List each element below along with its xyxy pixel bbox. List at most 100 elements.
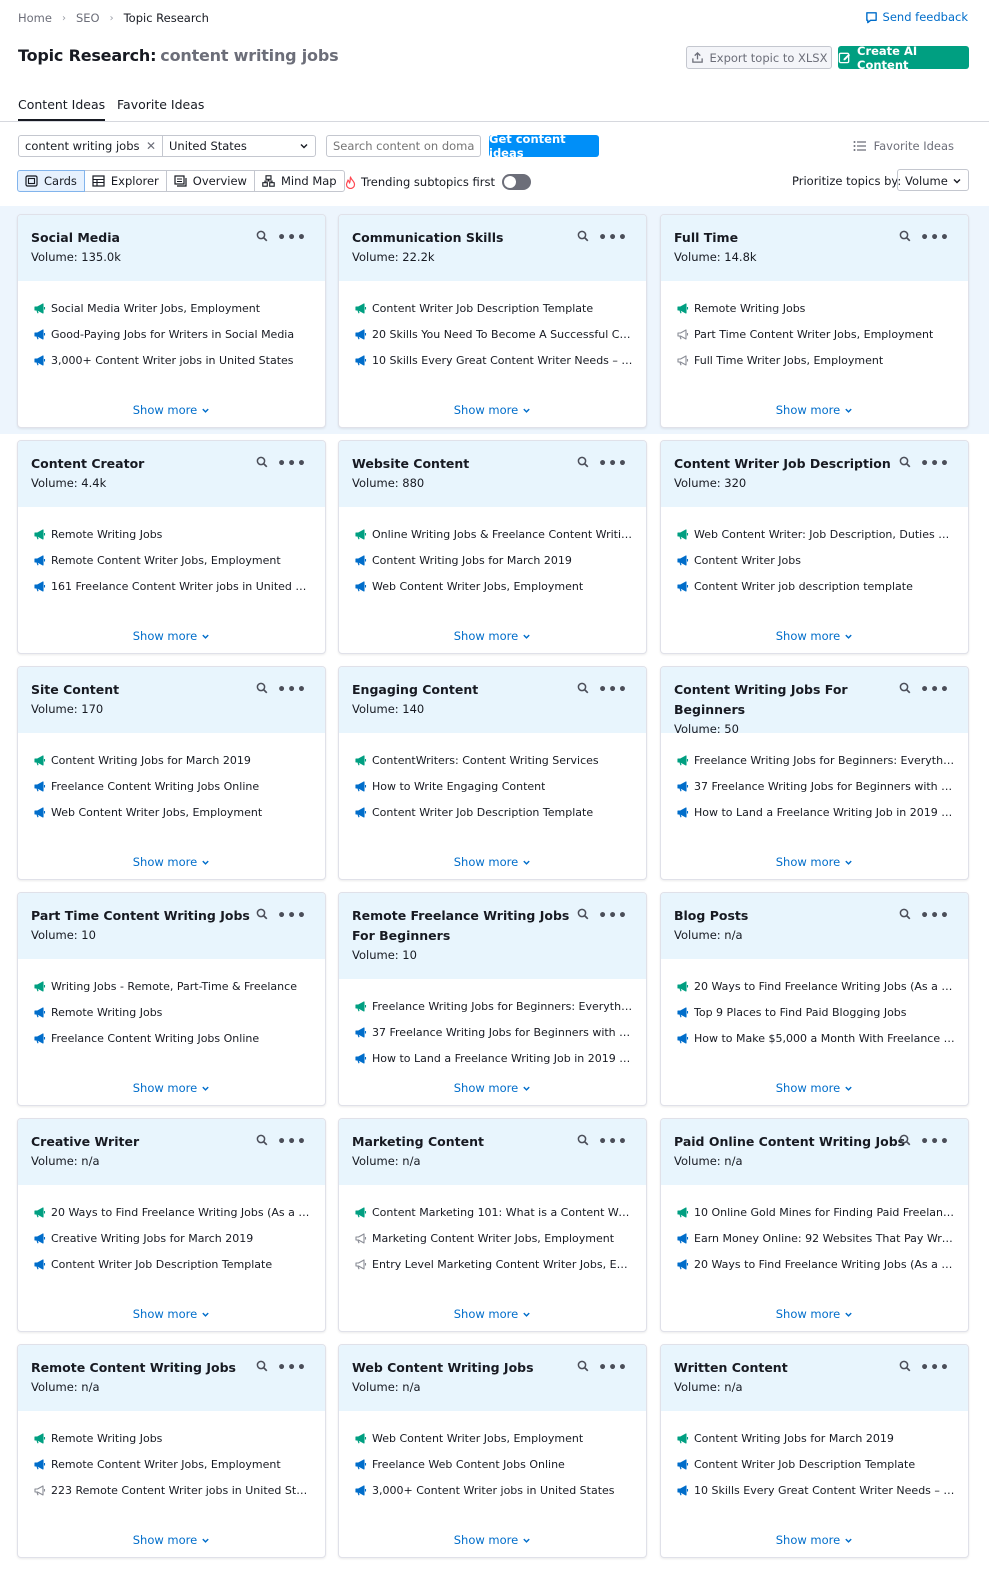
list-item[interactable]: Freelance Content Writing Jobs Online — [34, 773, 312, 799]
show-more-link[interactable]: Show more — [661, 855, 968, 870]
show-more-link[interactable]: Show more — [18, 403, 325, 418]
list-item[interactable]: Marketing Content Writer Jobs, Employmen… — [355, 1225, 633, 1251]
list-item[interactable]: Social Media Writer Jobs, Employment — [34, 295, 312, 321]
more-options-icon[interactable]: ••• — [920, 457, 950, 471]
more-options-icon[interactable]: ••• — [277, 909, 307, 923]
search-icon[interactable] — [577, 908, 589, 923]
show-more-link[interactable]: Show more — [661, 629, 968, 644]
favorite-ideas-link[interactable]: Favorite Ideas — [853, 139, 954, 153]
view-mind-map[interactable]: Mind Map — [253, 170, 345, 192]
search-icon[interactable] — [577, 456, 589, 471]
search-icon[interactable] — [256, 1134, 268, 1149]
list-item[interactable]: 10 Skills Every Great Content Writer Nee… — [355, 347, 633, 373]
more-options-icon[interactable]: ••• — [920, 1135, 950, 1149]
more-options-icon[interactable]: ••• — [598, 909, 628, 923]
search-icon[interactable] — [577, 230, 589, 245]
list-item[interactable]: Remote Writing Jobs — [34, 1425, 312, 1451]
more-options-icon[interactable]: ••• — [277, 1135, 307, 1149]
list-item[interactable]: Content Writer Job Description Template — [355, 799, 633, 825]
search-icon[interactable] — [256, 1360, 268, 1375]
send-feedback-link[interactable]: Send feedback — [865, 10, 968, 24]
show-more-link[interactable]: Show more — [661, 1307, 968, 1322]
list-item[interactable]: Content Writer Job Description Template — [677, 1451, 955, 1477]
get-content-ideas-button[interactable]: Get content ideas — [489, 132, 599, 160]
list-item[interactable]: Content Writer Jobs — [677, 547, 955, 573]
list-item[interactable]: Content Writer job description template — [677, 573, 955, 599]
search-icon[interactable] — [899, 1360, 911, 1375]
search-icon[interactable] — [577, 1360, 589, 1375]
show-more-link[interactable]: Show more — [339, 1533, 646, 1548]
more-options-icon[interactable]: ••• — [277, 1361, 307, 1375]
search-icon[interactable] — [899, 682, 911, 697]
list-item[interactable]: Online Writing Jobs & Freelance Content … — [355, 521, 633, 547]
search-icon[interactable] — [256, 682, 268, 697]
list-item[interactable]: 161 Freelance Content Writer jobs in Uni… — [34, 573, 312, 599]
more-options-icon[interactable]: ••• — [920, 909, 950, 923]
list-item[interactable]: Earn Money Online: 92 Websites That Pay … — [677, 1225, 955, 1251]
search-icon[interactable] — [256, 908, 268, 923]
show-more-link[interactable]: Show more — [661, 1533, 968, 1548]
list-item[interactable]: 20 Skills You Need To Become A Successfu… — [355, 321, 633, 347]
list-item[interactable]: 20 Ways to Find Freelance Writing Jobs (… — [34, 1199, 312, 1225]
search-icon[interactable] — [899, 908, 911, 923]
prioritize-select[interactable]: Volume — [897, 169, 969, 191]
list-item[interactable]: Remote Content Writer Jobs, Employment — [34, 1451, 312, 1477]
list-item[interactable]: Content Writing Jobs for March 2019 — [355, 547, 633, 573]
list-item[interactable]: Remote Writing Jobs — [34, 999, 312, 1025]
view-explorer[interactable]: Explorer — [83, 170, 167, 192]
list-item[interactable]: Creative Writing Jobs for March 2019 — [34, 1225, 312, 1251]
list-item[interactable]: How to Land a Freelance Writing Job in 2… — [355, 1045, 633, 1071]
list-item[interactable]: Part Time Content Writer Jobs, Employmen… — [677, 321, 955, 347]
show-more-link[interactable]: Show more — [339, 855, 646, 870]
breadcrumb-seo[interactable]: SEO — [76, 11, 100, 25]
breadcrumb-home[interactable]: Home — [18, 11, 52, 25]
list-item[interactable]: Content Writer Job Description Template — [34, 1251, 312, 1277]
show-more-link[interactable]: Show more — [18, 1533, 325, 1548]
list-item[interactable]: 20 Ways to Find Freelance Writing Jobs (… — [677, 973, 955, 999]
list-item[interactable]: Remote Content Writer Jobs, Employment — [34, 547, 312, 573]
more-options-icon[interactable]: ••• — [598, 1361, 628, 1375]
show-more-link[interactable]: Show more — [18, 855, 325, 870]
view-cards[interactable]: Cards — [17, 170, 85, 192]
list-item[interactable]: Web Content Writer Jobs, Employment — [355, 1425, 633, 1451]
search-icon[interactable] — [256, 230, 268, 245]
show-more-link[interactable]: Show more — [339, 629, 646, 644]
show-more-link[interactable]: Show more — [339, 403, 646, 418]
show-more-link[interactable]: Show more — [18, 1307, 325, 1322]
show-more-link[interactable]: Show more — [661, 1081, 968, 1096]
list-item[interactable]: Freelance Writing Jobs for Beginners: Ev… — [677, 747, 955, 773]
list-item[interactable]: Web Content Writer: Job Description, Dut… — [677, 521, 955, 547]
more-options-icon[interactable]: ••• — [598, 1135, 628, 1149]
list-item[interactable]: Freelance Web Content Jobs Online — [355, 1451, 633, 1477]
list-item[interactable]: 10 Skills Every Great Content Writer Nee… — [677, 1477, 955, 1503]
list-item[interactable]: ContentWriters: Content Writing Services — [355, 747, 633, 773]
list-item[interactable]: How to Make $5,000 a Month With Freelanc… — [677, 1025, 955, 1051]
list-item[interactable]: Remote Writing Jobs — [677, 295, 955, 321]
country-select[interactable]: United States — [162, 135, 316, 157]
list-item[interactable]: 3,000+ Content Writer jobs in United Sta… — [34, 347, 312, 373]
list-item[interactable]: 20 Ways to Find Freelance Writing Jobs (… — [677, 1251, 955, 1277]
search-icon[interactable] — [577, 682, 589, 697]
list-item[interactable]: Freelance Writing Jobs for Beginners: Ev… — [355, 993, 633, 1019]
more-options-icon[interactable]: ••• — [920, 1361, 950, 1375]
create-ai-content-button[interactable]: Create AI Content — [838, 44, 969, 72]
tab-favorite-ideas[interactable]: Favorite Ideas — [117, 97, 204, 119]
show-more-link[interactable]: Show more — [661, 403, 968, 418]
list-item[interactable]: Web Content Writer Jobs, Employment — [355, 573, 633, 599]
trending-toggle[interactable] — [501, 174, 531, 190]
search-icon[interactable] — [256, 456, 268, 471]
list-item[interactable]: How to Land a Freelance Writing Job in 2… — [677, 799, 955, 825]
show-more-link[interactable]: Show more — [339, 1081, 646, 1096]
search-domain-input[interactable] — [326, 135, 481, 157]
search-icon[interactable] — [899, 1134, 911, 1149]
tab-content-ideas[interactable]: Content Ideas — [18, 97, 106, 121]
view-overview[interactable]: Overview — [165, 170, 255, 192]
list-item[interactable]: Content Writing Jobs for March 2019 — [677, 1425, 955, 1451]
more-options-icon[interactable]: ••• — [598, 683, 628, 697]
list-item[interactable]: Remote Writing Jobs — [34, 521, 312, 547]
list-item[interactable]: Content Writer Job Description Template — [355, 295, 633, 321]
search-icon[interactable] — [899, 230, 911, 245]
list-item[interactable]: 37 Freelance Writing Jobs for Beginners … — [355, 1019, 633, 1045]
list-item[interactable]: Content Marketing 101: What is a Content… — [355, 1199, 633, 1225]
list-item[interactable]: 3,000+ Content Writer jobs in United Sta… — [355, 1477, 633, 1503]
